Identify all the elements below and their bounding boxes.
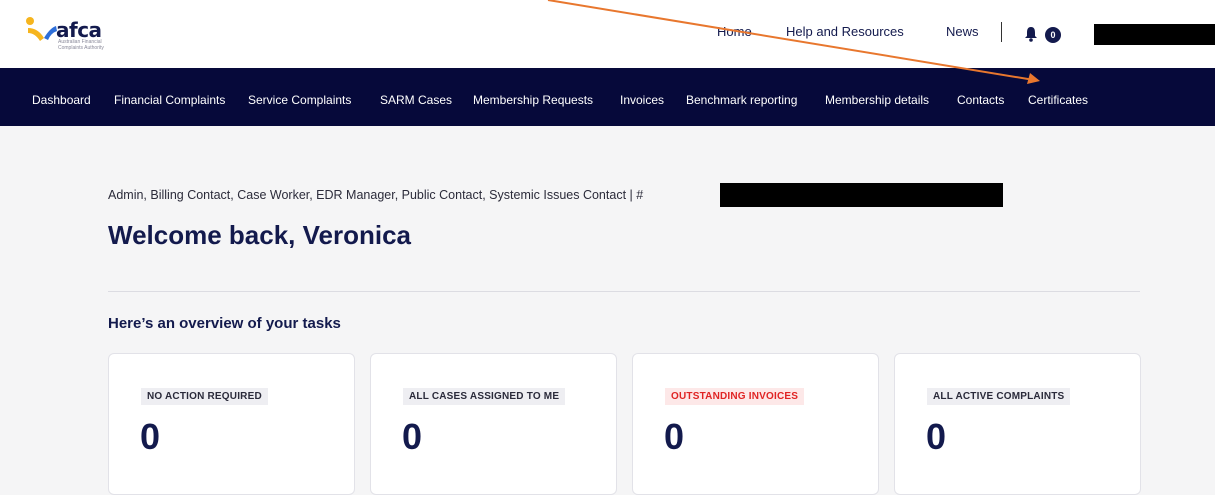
- nav-service-complaints[interactable]: Service Complaints: [248, 93, 351, 107]
- section-divider: [108, 291, 1140, 292]
- nav-membership-requests[interactable]: Membership Requests: [473, 93, 593, 107]
- task-card-count: 0: [664, 416, 685, 457]
- afca-logo-icon: [26, 17, 57, 41]
- notification-count-badge: 0: [1045, 27, 1061, 43]
- task-card-active-complaints[interactable]: ALL ACTIVE COMPLAINTS 0: [894, 353, 1141, 495]
- top-header: afca Australian Financial Complaints Aut…: [0, 0, 1215, 68]
- nav-dashboard[interactable]: Dashboard: [32, 93, 91, 107]
- task-card-assigned-to-me[interactable]: ALL CASES ASSIGNED TO ME 0: [370, 353, 617, 495]
- overview-heading: Here’s an overview of your tasks: [108, 315, 341, 332]
- task-card-no-action[interactable]: NO ACTION REQUIRED 0: [108, 353, 355, 495]
- main-nav: Dashboard Financial Complaints Service C…: [0, 68, 1215, 126]
- afca-logo[interactable]: afca Australian Financial Complaints Aut…: [24, 12, 134, 56]
- nav-certificates[interactable]: Certificates: [1028, 93, 1088, 107]
- nav-divider: [1001, 22, 1002, 42]
- task-card-label: NO ACTION REQUIRED: [141, 388, 268, 405]
- task-card-label: ALL CASES ASSIGNED TO ME: [403, 388, 566, 405]
- nav-membership-details[interactable]: Membership details: [825, 93, 929, 107]
- task-card-label: OUTSTANDING INVOICES: [665, 388, 805, 405]
- redacted-user-area: [1094, 24, 1215, 45]
- user-roles: Admin, Billing Contact, Case Worker, EDR…: [108, 188, 644, 202]
- nav-benchmark-reporting[interactable]: Benchmark reporting: [686, 93, 797, 107]
- nav-help-link[interactable]: Help and Resources: [786, 24, 904, 39]
- task-card-count: 0: [926, 416, 947, 457]
- nav-contacts[interactable]: Contacts: [957, 93, 1004, 107]
- task-card-label: ALL ACTIVE COMPLAINTS: [927, 388, 1071, 405]
- bell-icon: [1025, 27, 1037, 42]
- task-card-count: 0: [402, 416, 423, 457]
- nav-news-link[interactable]: News: [946, 24, 979, 39]
- nav-sarm-cases[interactable]: SARM Cases: [380, 93, 452, 107]
- nav-financial-complaints[interactable]: Financial Complaints: [114, 93, 225, 107]
- nav-home-link[interactable]: Home: [717, 24, 752, 39]
- task-card-outstanding-invoices[interactable]: OUTSTANDING INVOICES 0: [632, 353, 879, 495]
- nav-invoices[interactable]: Invoices: [620, 93, 664, 107]
- redacted-account-id: [720, 183, 1003, 207]
- task-card-count: 0: [140, 416, 161, 457]
- logo-subtitle: Australian Financial Complaints Authorit…: [58, 39, 104, 51]
- welcome-heading: Welcome back, Veronica: [108, 220, 411, 250]
